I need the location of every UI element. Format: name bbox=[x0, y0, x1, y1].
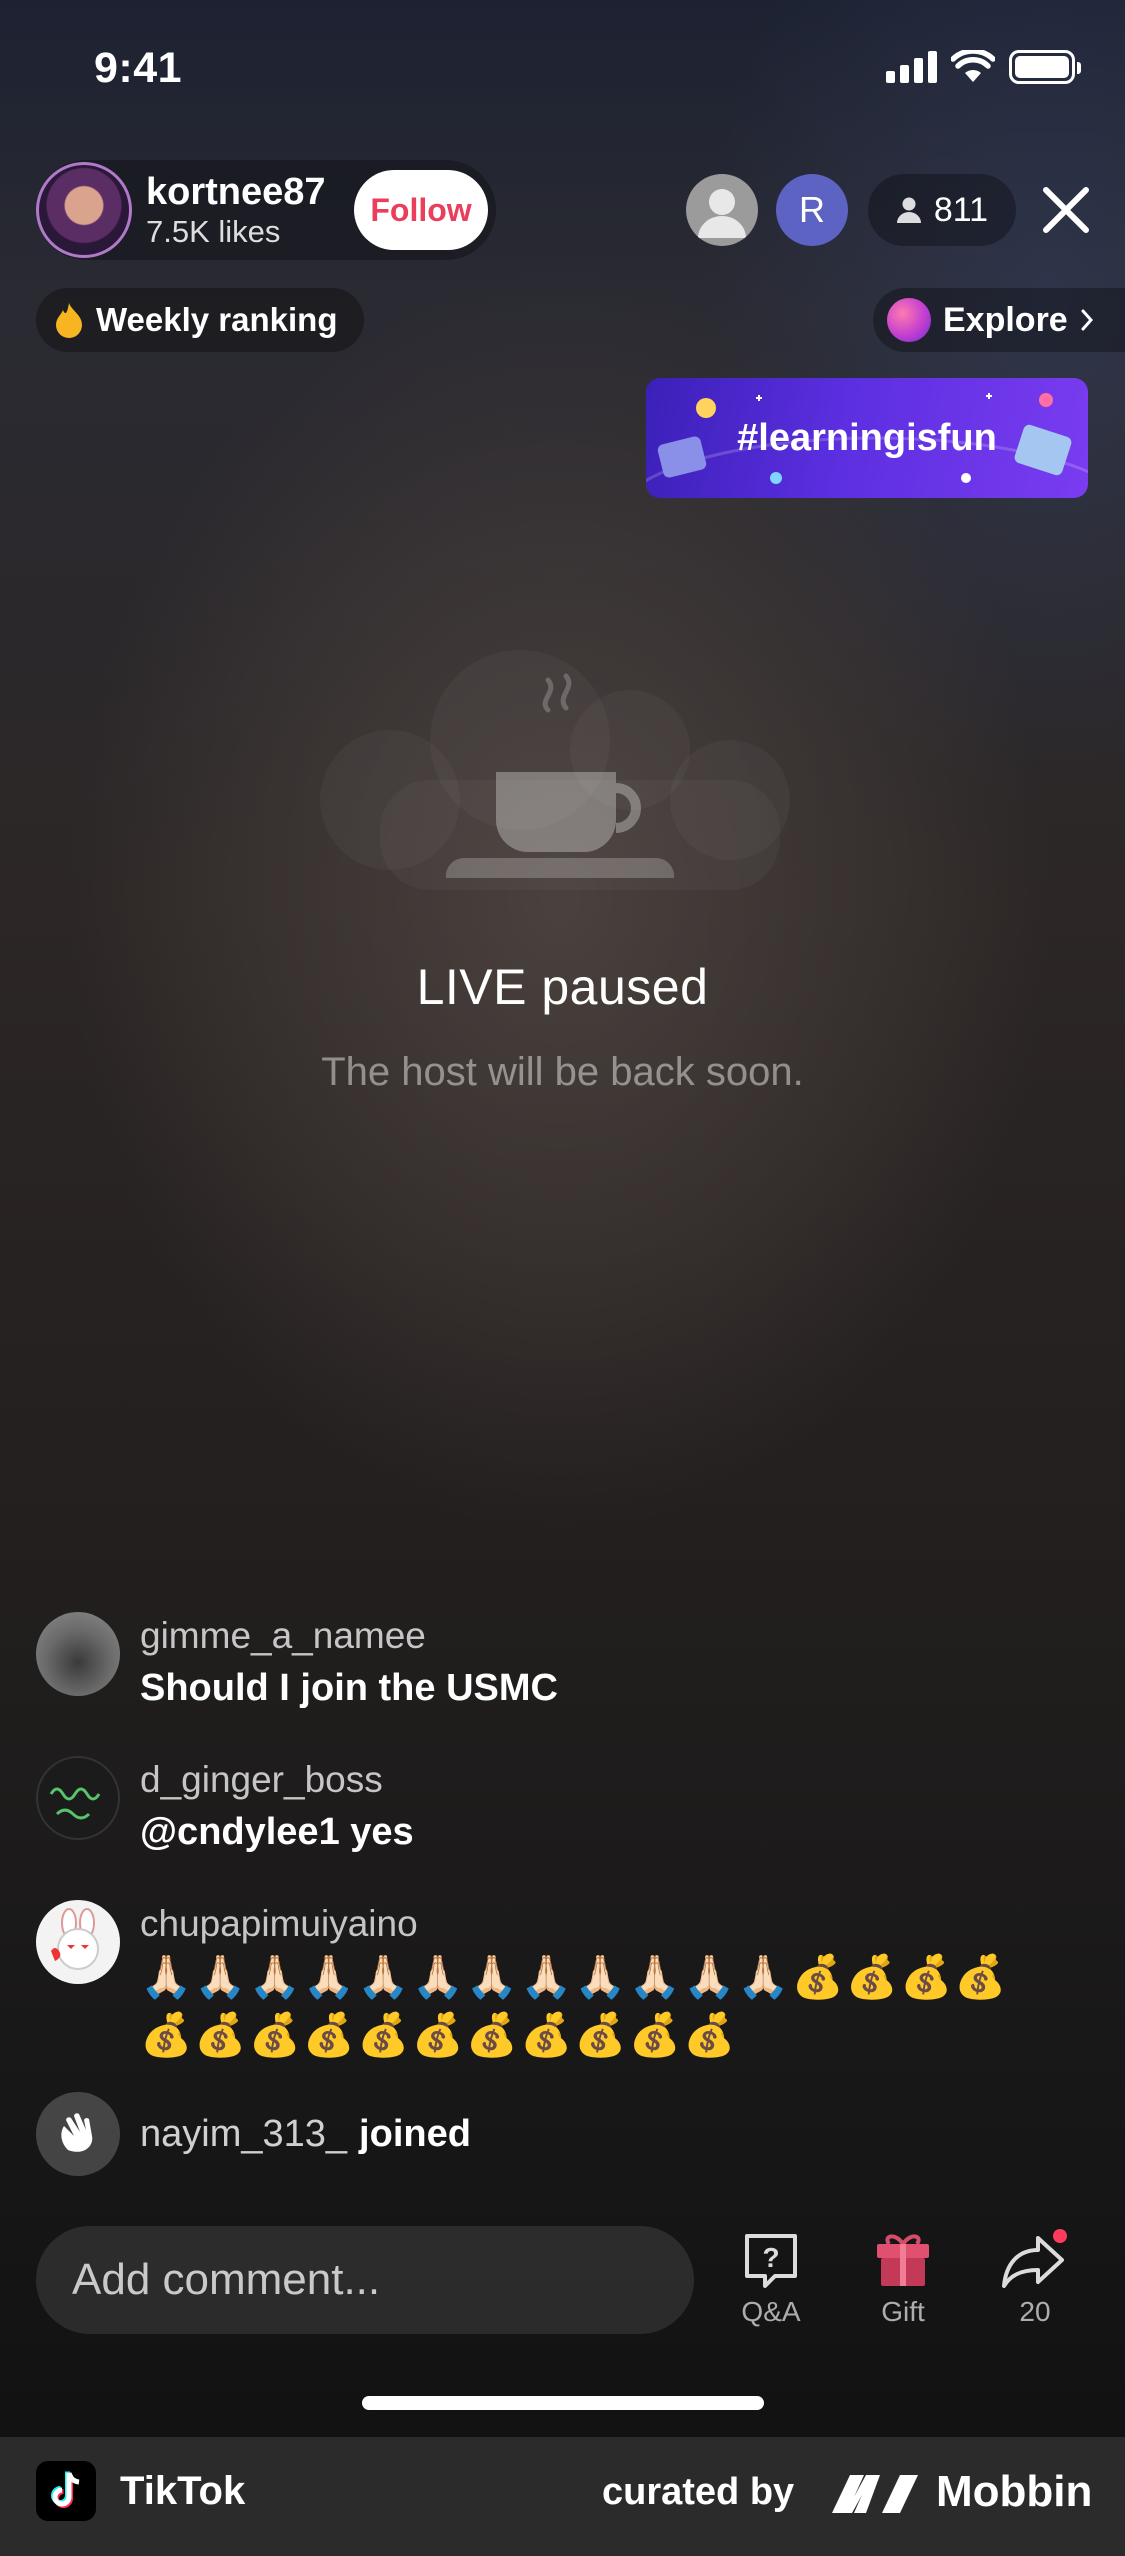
comment-item[interactable]: d_ginger_boss @cndylee1 yes bbox=[36, 1756, 414, 1860]
comment-emoji-line-2: 💰💰💰💰💰💰💰💰💰💰💰 bbox=[140, 2011, 738, 2058]
waving-hand-icon bbox=[61, 2113, 93, 2152]
paused-title: LIVE paused bbox=[416, 959, 709, 1015]
weekly-ranking-label: Weekly ranking bbox=[96, 301, 338, 338]
comment-item[interactable]: chupapimuiyaino 🙏🏻🙏🏻🙏🏻🙏🏻🙏🏻🙏🏻🙏🏻🙏🏻🙏🏻🙏🏻🙏🏻🙏🏻… bbox=[36, 1900, 1009, 2064]
cellular-signal-icon bbox=[886, 51, 937, 83]
host-username[interactable]: kortnee87 bbox=[146, 170, 326, 214]
commenter-avatar[interactable] bbox=[36, 1612, 120, 1696]
footer-curated-by: curated by bbox=[602, 2471, 795, 2513]
live-screen: 9:41 kortnee87 7.5K likes Follow R 811 W… bbox=[0, 0, 1125, 2556]
qa-button[interactable]: ? Q&A bbox=[716, 2228, 826, 2328]
coffee-cup-icon bbox=[445, 673, 675, 878]
gift-icon bbox=[877, 2234, 929, 2286]
footer-bar: TikTok curated by Mobbin bbox=[0, 2437, 1125, 2556]
status-time: 9:41 bbox=[94, 44, 183, 92]
wave-avatar bbox=[36, 2092, 120, 2176]
commenter-avatar[interactable] bbox=[36, 1756, 120, 1840]
tiktok-logo-icon bbox=[36, 2461, 96, 2521]
host-avatar[interactable] bbox=[36, 162, 132, 258]
comment-text: Should I join the USMC bbox=[140, 1667, 558, 1709]
viewer-avatar-initial[interactable]: R bbox=[776, 174, 848, 246]
flame-icon bbox=[56, 303, 82, 338]
question-bubble-icon: ? bbox=[745, 2234, 797, 2288]
status-icons bbox=[886, 50, 1081, 84]
weekly-ranking-button[interactable]: Weekly ranking bbox=[36, 288, 364, 352]
joined-text: joined bbox=[359, 2113, 471, 2155]
hashtag-banner[interactable]: #learningisfun bbox=[646, 378, 1088, 498]
host-likes: 7.5K likes bbox=[146, 214, 281, 249]
comment-emoji-line-1: 🙏🏻🙏🏻🙏🏻🙏🏻🙏🏻🙏🏻🙏🏻🙏🏻🙏🏻🙏🏻🙏🏻🙏🏻💰💰💰💰 bbox=[140, 1953, 1009, 2000]
viewer-count: 811 bbox=[933, 190, 989, 229]
explore-button[interactable]: Explore bbox=[873, 288, 1125, 352]
comment-username[interactable]: gimme_a_namee bbox=[140, 1612, 558, 1660]
person-icon bbox=[698, 189, 746, 238]
mobbin-logo-icon bbox=[832, 2475, 918, 2513]
chevron-right-icon bbox=[1081, 309, 1093, 331]
explore-label: Explore bbox=[943, 300, 1068, 339]
svg-text:?: ? bbox=[762, 2242, 779, 2273]
close-icon[interactable] bbox=[1036, 180, 1096, 240]
qa-label: Q&A bbox=[741, 2296, 801, 2327]
follow-button[interactable]: Follow bbox=[354, 170, 488, 250]
paused-subtitle: The host will be back soon. bbox=[321, 1050, 804, 1094]
viewer-count-button[interactable]: 811 bbox=[868, 174, 1016, 246]
home-indicator[interactable] bbox=[362, 2396, 764, 2410]
footer-brand: Mobbin bbox=[936, 2467, 1093, 2516]
ginger-boss-logo-icon bbox=[49, 1787, 101, 1820]
joined-username[interactable]: nayim_313_ bbox=[140, 2110, 347, 2158]
person-icon bbox=[896, 197, 921, 223]
gift-button[interactable]: Gift bbox=[848, 2228, 958, 2328]
battery-icon bbox=[1009, 50, 1081, 84]
gift-label: Gift bbox=[881, 2296, 925, 2327]
share-arrow-icon bbox=[1002, 2229, 1067, 2288]
comment-text: @cndylee1 yes bbox=[140, 1811, 414, 1853]
commenter-avatar[interactable] bbox=[36, 1900, 120, 1984]
comment-item[interactable]: gimme_a_namee Should I join the USMC bbox=[36, 1612, 558, 1716]
host-info[interactable]: kortnee87 7.5K likes Follow bbox=[36, 160, 496, 260]
add-comment-input[interactable]: Add comment... bbox=[36, 2226, 694, 2334]
share-count: 20 bbox=[1019, 2296, 1051, 2327]
bunny-avatar-icon bbox=[51, 1908, 99, 1970]
viewer-avatar-default[interactable] bbox=[686, 174, 758, 246]
comment-username[interactable]: d_ginger_boss bbox=[140, 1756, 414, 1804]
wifi-icon bbox=[951, 50, 995, 82]
join-notice[interactable]: nayim_313_ joined bbox=[36, 2092, 471, 2176]
share-button[interactable]: 20 bbox=[980, 2228, 1090, 2328]
comment-username[interactable]: chupapimuiyaino bbox=[140, 1900, 1009, 1948]
planet-icon bbox=[887, 298, 931, 342]
banner-text: #learningisfun bbox=[737, 416, 997, 459]
footer-app-name: TikTok bbox=[120, 2469, 246, 2513]
